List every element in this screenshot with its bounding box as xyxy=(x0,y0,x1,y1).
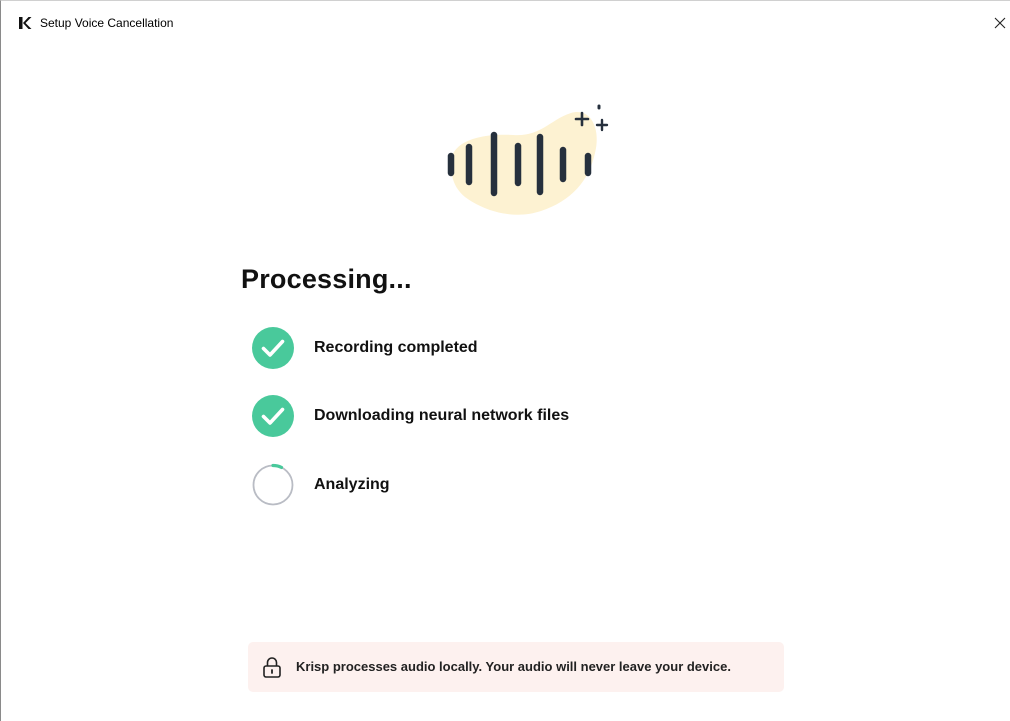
privacy-notice-text: Krisp processes audio locally. Your audi… xyxy=(296,659,731,674)
check-circle-icon xyxy=(252,395,294,437)
step-recording-completed: Recording completed xyxy=(251,326,478,370)
close-icon[interactable] xyxy=(990,12,1010,34)
sound-wave-illustration-icon xyxy=(447,104,609,215)
step-analyzing: Analyzing xyxy=(251,463,390,507)
lock-icon xyxy=(263,657,281,678)
step-label: Downloading neural network files xyxy=(314,407,570,424)
check-circle-icon xyxy=(252,327,294,369)
window-title: Setup Voice Cancellation xyxy=(40,16,174,30)
step-label: Recording completed xyxy=(314,339,478,356)
privacy-notice: Krisp processes audio locally. Your audi… xyxy=(248,642,784,692)
setup-window: Setup Voice Cancellation Processing... R… xyxy=(0,0,1010,721)
spinner-icon xyxy=(252,463,294,506)
illustration-blob xyxy=(451,112,597,215)
step-downloading-neural-network-files: Downloading neural network files xyxy=(251,394,569,438)
step-label: Analyzing xyxy=(314,476,390,493)
krisp-logo-icon xyxy=(19,17,32,29)
page-title: Processing... xyxy=(241,264,412,294)
title-bar: Setup Voice Cancellation xyxy=(1,1,1010,35)
